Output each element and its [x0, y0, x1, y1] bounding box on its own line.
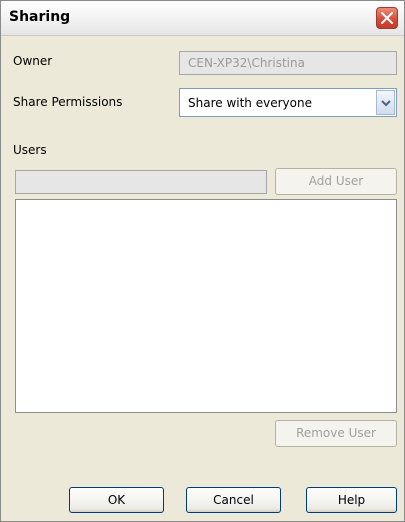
sharing-dialog: Sharing Owner CEN-XP32\Christina Share P…	[0, 0, 405, 522]
close-button[interactable]	[376, 7, 398, 29]
share-permissions-select[interactable]: Share with everyone	[179, 88, 397, 117]
remove-user-button[interactable]: Remove User	[275, 420, 397, 447]
users-list[interactable]	[15, 199, 397, 413]
owner-field: CEN-XP32\Christina	[179, 51, 397, 75]
user-input[interactable]	[15, 170, 267, 194]
add-user-button[interactable]: Add User	[275, 168, 397, 195]
users-label: Users	[13, 143, 47, 157]
dialog-title: Sharing	[9, 9, 71, 25]
dropdown-button[interactable]	[376, 90, 395, 115]
share-permissions-value: Share with everyone	[188, 96, 312, 110]
cancel-button[interactable]: Cancel	[186, 487, 281, 513]
help-button[interactable]: Help	[306, 487, 397, 513]
close-icon	[381, 12, 393, 24]
owner-label: Owner	[13, 54, 53, 68]
share-permissions-label: Share Permissions	[13, 95, 123, 109]
ok-button[interactable]: OK	[69, 487, 164, 513]
chevron-down-icon	[381, 100, 391, 107]
title-bar[interactable]: Sharing	[1, 1, 404, 36]
